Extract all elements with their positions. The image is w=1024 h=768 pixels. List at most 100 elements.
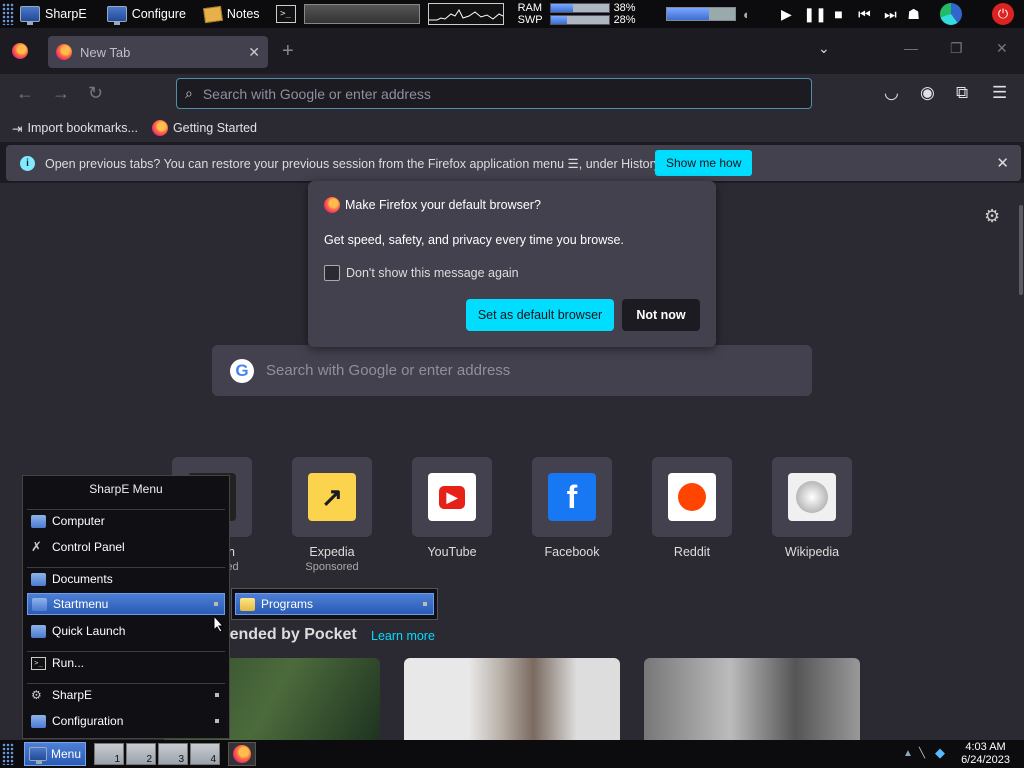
folder-icon	[31, 572, 46, 586]
mouse-cursor-icon	[213, 615, 225, 633]
tab-new-tab[interactable]: New Tab ✕	[48, 36, 268, 68]
minimize-icon[interactable]: —	[904, 40, 918, 56]
clock-date: 6/24/2023	[961, 754, 1010, 766]
url-bar[interactable]: ⌕ Search with Google or enter address	[176, 78, 812, 109]
menu-item-quick-launch[interactable]: Quick Launch	[27, 620, 225, 642]
new-tab-icon[interactable]: +	[282, 40, 294, 63]
stop-icon[interactable]: ■	[829, 6, 847, 22]
workspace-3[interactable]: 3	[158, 743, 188, 765]
reload-icon[interactable]: ↻	[88, 83, 103, 104]
menu-item-sharpe[interactable]: ⚙ SharpE	[27, 684, 225, 706]
taskbar-firefox-button[interactable]	[228, 742, 256, 766]
menu-item-configuration[interactable]: Configuration	[27, 710, 225, 732]
computer-icon	[29, 747, 47, 764]
media-controls: ▶ ❚❚ ■ ⏮ ⏭	[777, 6, 899, 23]
workspace-2[interactable]: 2	[126, 743, 156, 765]
menu-button[interactable]: Menu	[24, 742, 86, 766]
firefox-view-icon[interactable]	[12, 43, 28, 59]
tray-network-icon[interactable]: ╲	[919, 748, 925, 759]
pocket-card-kitchen[interactable]	[644, 658, 860, 740]
startmenu-submenu: Programs	[231, 588, 438, 620]
menu-item-startmenu[interactable]: Startmenu	[27, 593, 225, 615]
pocket-learn-more-link[interactable]: Learn more	[371, 629, 435, 643]
pocket-icon[interactable]: ◡	[884, 83, 899, 103]
expedia-icon: ↗	[308, 473, 356, 521]
menu-item-programs[interactable]: Programs	[235, 593, 434, 615]
checkbox-label: Don't show this message again	[346, 266, 519, 280]
extensions-icon[interactable]: ⧉	[956, 83, 968, 103]
sharpe-menu: SharpE Menu Computer ✗ Control Panel Doc…	[22, 475, 230, 739]
pocket-card-portrait[interactable]	[404, 658, 620, 740]
top-bar-grip-icon[interactable]	[2, 3, 14, 25]
workspace-1[interactable]: 1	[94, 743, 124, 765]
pause-icon[interactable]: ❚❚	[803, 6, 826, 23]
speaker-icon[interactable]: ◖	[742, 7, 750, 22]
power-icon[interactable]: ⏻	[991, 3, 1014, 25]
ram-label: RAM	[517, 2, 543, 14]
sharpe-button[interactable]: SharpE	[14, 0, 93, 28]
alien-icon[interactable]: ☗	[907, 6, 920, 23]
tab-title: New Tab	[80, 44, 131, 60]
submenu-arrow-icon	[215, 719, 219, 723]
ram-value: 38%	[613, 2, 636, 14]
checkbox-box[interactable]	[324, 265, 340, 281]
workspace-4[interactable]: 4	[190, 743, 220, 765]
terminal-icon[interactable]: >_	[275, 5, 296, 23]
close-notification-icon[interactable]: ✕	[996, 154, 1009, 172]
url-placeholder: Search with Google or enter address	[202, 85, 431, 102]
back-icon[interactable]: ←	[16, 83, 34, 104]
computer-icon	[31, 514, 46, 528]
menu-button-label: Menu	[51, 747, 82, 761]
maximize-icon[interactable]: ❐	[950, 40, 963, 57]
show-me-how-button[interactable]: Show me how	[655, 150, 753, 176]
import-icon: ⇥	[12, 121, 23, 136]
next-icon[interactable]: ⏭	[881, 6, 899, 23]
menu-item-documents[interactable]: Documents	[27, 568, 225, 590]
import-bookmarks-link[interactable]: ⇥ Import bookmarks...	[12, 121, 138, 136]
scrollbar[interactable]	[1018, 183, 1024, 740]
info-icon: i	[20, 155, 35, 171]
shortcut-facebook[interactable]: f Facebook	[532, 457, 612, 559]
shortcut-reddit[interactable]: Reddit	[652, 457, 732, 559]
firefox-tab-icon	[56, 44, 72, 60]
settings-gear-icon[interactable]: ⚙	[984, 206, 1000, 227]
restore-session-notification: i Open previous tabs? You can restore yo…	[6, 145, 1021, 181]
shortcut-wikipedia[interactable]: Wikipedia	[772, 457, 852, 559]
previous-icon[interactable]: ⏮	[855, 6, 873, 23]
edge-icon[interactable]	[939, 3, 962, 25]
volume-slider[interactable]	[665, 7, 736, 21]
getting-started-link[interactable]: Getting Started	[151, 120, 257, 136]
page-search-box[interactable]: G Search with Google or enter address	[212, 345, 812, 396]
search-icon: ⌕	[185, 85, 193, 101]
menu-item-computer[interactable]: Computer	[27, 510, 225, 532]
page-search-placeholder: Search with Google or enter address	[266, 362, 511, 379]
wikipedia-icon	[788, 473, 836, 521]
shortcut-youtube[interactable]: ▶ YouTube	[412, 457, 492, 559]
not-now-button[interactable]: Not now	[622, 299, 700, 331]
list-tabs-icon[interactable]: ⌄	[818, 40, 830, 57]
configure-button[interactable]: Configure	[101, 0, 192, 28]
notes-button[interactable]: Notes	[198, 0, 266, 28]
tray-expand-icon[interactable]: ▲	[903, 748, 913, 759]
cpu-graph	[427, 3, 504, 25]
clock[interactable]: 4:03 AM 6/24/2023	[961, 741, 1010, 767]
task-box[interactable]	[303, 4, 420, 24]
app-menu-icon[interactable]: ☰	[992, 83, 1007, 103]
set-default-browser-button[interactable]: Set as default browser	[466, 299, 614, 331]
close-tab-icon[interactable]: ✕	[248, 44, 260, 61]
account-icon[interactable]: ◉	[920, 83, 935, 103]
tab-strip: New Tab ✕ + ⌄ — ❐ ✕	[0, 28, 1024, 74]
firefox-dialog-icon	[324, 197, 340, 213]
dont-show-checkbox[interactable]: Don't show this message again	[324, 265, 519, 281]
close-window-icon[interactable]: ✕	[996, 40, 1008, 57]
play-icon[interactable]: ▶	[777, 6, 795, 23]
shortcut-expedia[interactable]: ↗ Expedia Sponsored	[292, 457, 372, 573]
menu-item-run[interactable]: >_ Run...	[27, 652, 225, 674]
menu-item-control-panel[interactable]: ✗ Control Panel	[27, 536, 225, 558]
tray-app-icon[interactable]: ◆	[935, 745, 945, 761]
bottom-bar-grip-icon[interactable]	[2, 743, 14, 765]
forward-icon[interactable]: →	[52, 83, 70, 104]
sharpe-top-bar: SharpE Configure Notes >_ RAM 38% SWP 28…	[0, 0, 1024, 28]
configuration-icon	[31, 714, 46, 728]
firefox-bookmark-icon	[151, 120, 168, 136]
